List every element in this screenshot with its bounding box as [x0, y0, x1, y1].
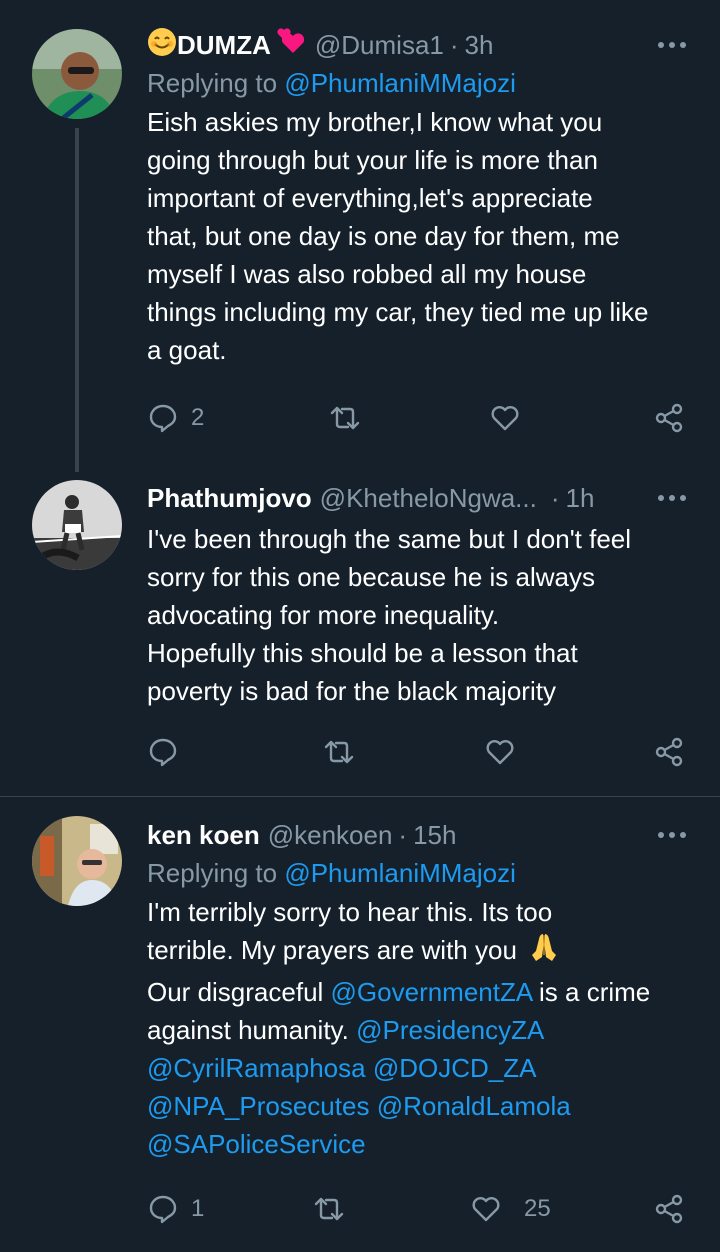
avatar-image	[32, 480, 122, 570]
mention-link[interactable]: @CyrilRamaphosa	[147, 1053, 366, 1083]
text-line: I'm terribly sorry to hear this. Its too	[147, 897, 553, 927]
like-button[interactable]	[484, 732, 528, 772]
avatar-image	[32, 816, 122, 906]
smiling-face-emoji	[147, 27, 177, 64]
replying-mention[interactable]: @PhumlaniMMajozi	[284, 68, 516, 98]
like-button[interactable]	[489, 398, 533, 438]
share-icon	[655, 1194, 683, 1224]
tweet-text: I'm terribly sorry to hear this. Its too…	[147, 893, 692, 1163]
timestamp[interactable]: 15h	[413, 820, 456, 851]
display-name[interactable]: ken koen	[147, 820, 260, 851]
text-segment: is a crime	[531, 977, 651, 1007]
text-segment: against humanity.	[147, 1015, 357, 1045]
tweet-header: Phathumjovo @KhetheloNgwa... · 1h	[147, 480, 692, 516]
reply-icon	[149, 1195, 177, 1224]
retweet-icon	[314, 1197, 344, 1221]
more-icon[interactable]	[652, 31, 692, 59]
like-icon	[491, 406, 519, 431]
action-bar: 2	[147, 398, 692, 438]
avatar-phathumjovo[interactable]	[32, 480, 122, 570]
like-button[interactable]: 25	[470, 1189, 551, 1229]
replying-prefix: Replying to	[147, 68, 278, 98]
text-line: Our disgraceful @GovernmentZA is a crime	[147, 973, 692, 1011]
thread-line	[75, 128, 79, 472]
text-line: @NPA_Prosecutes @RonaldLamola	[147, 1087, 692, 1125]
mention-link[interactable]: @RonaldLamola	[377, 1091, 571, 1121]
mention-link[interactable]: @PresidencyZA	[356, 1015, 544, 1045]
praying-hands-emoji	[528, 931, 560, 973]
like-count: 25	[524, 1195, 551, 1222]
like-icon	[472, 1197, 500, 1222]
text-line: terrible. My prayers are with you	[147, 931, 692, 973]
reply-icon	[149, 738, 177, 767]
text-line: against humanity. @PresidencyZA	[147, 1011, 692, 1049]
share-button[interactable]	[653, 398, 685, 438]
timestamp[interactable]: 1h	[566, 483, 595, 514]
reply-button[interactable]: 2	[147, 398, 204, 438]
reply-count: 1	[191, 1195, 205, 1222]
tweet-2[interactable]: Phathumjovo @KhetheloNgwa... · 1h I've b…	[0, 480, 720, 796]
reply-count: 2	[191, 404, 205, 431]
text-line: @CyrilRamaphosa @DOJCD_ZA	[147, 1049, 692, 1087]
retweet-button[interactable]	[323, 732, 367, 772]
avatar-image	[32, 29, 122, 119]
reply-button[interactable]: 1	[147, 1189, 204, 1229]
separator-dot: ·	[550, 482, 560, 513]
avatar-ken-koen[interactable]	[32, 816, 122, 906]
replying-to: Replying to @PhumlaniMMajozi	[147, 855, 692, 891]
tweet-1[interactable]: DUMZA @Dumisa1 · 3h Replying to @Phumlan…	[0, 0, 720, 480]
more-icon[interactable]	[652, 821, 692, 849]
display-name[interactable]: DUMZA	[177, 30, 271, 61]
action-bar	[147, 732, 692, 772]
retweet-icon	[330, 406, 360, 430]
share-icon	[655, 403, 683, 433]
tweet-text: Eish askies my brother,I know what you g…	[147, 107, 649, 365]
handle[interactable]: @kenkoen	[268, 820, 393, 851]
share-button[interactable]	[653, 1189, 685, 1229]
mention-link[interactable]: @SAPoliceService	[147, 1129, 366, 1159]
retweet-icon	[324, 740, 354, 764]
share-icon	[655, 737, 683, 767]
like-icon	[486, 740, 514, 765]
replying-to: Replying to @PhumlaniMMajozi	[147, 65, 692, 101]
tweet-3[interactable]: ken koen @kenkoen · 15h Replying to @Phu…	[0, 797, 720, 1252]
replying-prefix: Replying to	[147, 858, 278, 888]
separator-dot: ·	[449, 29, 459, 60]
handle[interactable]: @KhetheloNgwa...	[320, 483, 537, 514]
timestamp[interactable]: 3h	[465, 30, 494, 61]
handle[interactable]: @Dumisa1	[315, 30, 444, 61]
avatar-dumza[interactable]	[32, 29, 122, 119]
display-name[interactable]: Phathumjovo	[147, 483, 312, 514]
text-segment: terrible. My prayers are with you	[147, 935, 517, 965]
action-bar: 1 25	[147, 1189, 692, 1229]
retweet-button[interactable]	[329, 398, 373, 438]
tweet-header: ken koen @kenkoen · 15h	[147, 817, 692, 853]
tweet-text: I've been through the same but I don't f…	[147, 524, 632, 706]
reply-button[interactable]	[147, 732, 191, 772]
hearts-emoji	[273, 27, 307, 64]
replying-mention[interactable]: @PhumlaniMMajozi	[284, 858, 516, 888]
tweet-header: DUMZA @Dumisa1 · 3h	[147, 27, 692, 63]
retweet-button[interactable]	[313, 1189, 357, 1229]
mention-link[interactable]: @GovernmentZA	[331, 977, 532, 1007]
text-segment: Our disgraceful	[147, 977, 331, 1007]
text-line: @SAPoliceService	[147, 1125, 692, 1163]
mention-link[interactable]: @DOJCD_ZA	[373, 1053, 537, 1083]
reply-icon	[149, 404, 177, 433]
mention-link[interactable]: @NPA_Prosecutes	[147, 1091, 369, 1121]
more-icon[interactable]	[652, 484, 692, 512]
share-button[interactable]	[653, 732, 685, 772]
separator-dot: ·	[398, 819, 408, 850]
